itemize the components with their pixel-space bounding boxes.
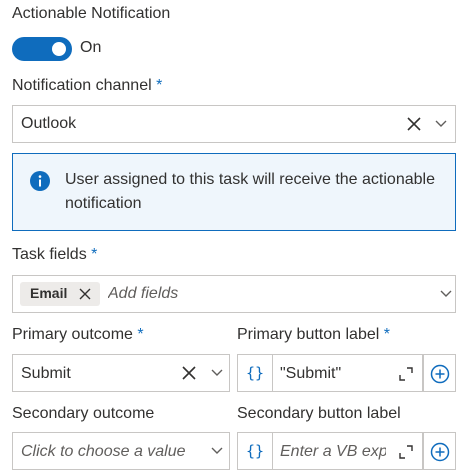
clear-icon[interactable] xyxy=(177,361,201,385)
required-mark: * xyxy=(156,77,163,94)
required-mark: * xyxy=(137,326,144,343)
notification-channel-select[interactable]: Outlook xyxy=(12,105,456,143)
required-mark: * xyxy=(383,326,390,343)
secondary-outcome-label: Secondary outcome xyxy=(12,405,155,422)
chevron-down-icon[interactable] xyxy=(207,361,227,385)
expand-icon[interactable] xyxy=(395,441,417,463)
actionable-notification-label: Actionable Notification xyxy=(12,5,171,22)
chevron-down-icon[interactable] xyxy=(436,282,456,306)
remove-chip-icon[interactable] xyxy=(76,285,94,303)
notification-channel-label: Notification channel * xyxy=(12,77,163,94)
field-chip-email: Email xyxy=(20,282,100,306)
task-fields-placeholder[interactable]: Add fields xyxy=(108,285,178,303)
toggle-knob xyxy=(52,42,66,56)
chip-label: Email xyxy=(30,285,68,301)
info-message-text: User assigned to this task will receive … xyxy=(65,171,435,212)
secondary-outcome-placeholder: Click to choose a value xyxy=(21,443,186,460)
notification-channel-value: Outlook xyxy=(21,115,77,132)
curly-braces-icon: {} xyxy=(238,433,273,469)
primary-outcome-label: Primary outcome * xyxy=(12,326,144,343)
required-mark: * xyxy=(91,246,98,263)
primary-outcome-select[interactable]: Submit xyxy=(12,354,230,392)
add-circle-icon xyxy=(429,441,451,463)
info-message-bar: User assigned to this task will receive … xyxy=(12,153,456,231)
info-icon xyxy=(30,171,50,191)
primary-button-label-value: "Submit" xyxy=(280,365,342,382)
actionable-notification-toggle[interactable] xyxy=(12,37,72,61)
toggle-state-label: On xyxy=(80,39,102,56)
clear-icon[interactable] xyxy=(402,112,426,136)
secondary-button-label-placeholder: Enter a VB expression xyxy=(280,443,386,460)
add-primary-button-expression[interactable] xyxy=(423,354,456,392)
primary-outcome-value: Submit xyxy=(21,365,71,382)
add-secondary-button-expression[interactable] xyxy=(423,432,456,470)
primary-button-label-heading: Primary button label * xyxy=(237,326,390,343)
secondary-outcome-select[interactable]: Click to choose a value xyxy=(12,432,230,470)
chevron-down-icon[interactable] xyxy=(207,439,227,463)
primary-button-label-expression[interactable]: {} "Submit" xyxy=(237,354,423,392)
secondary-button-label-heading: Secondary button label xyxy=(237,405,401,422)
curly-braces-icon: {} xyxy=(238,355,273,391)
chevron-down-icon[interactable] xyxy=(431,112,451,136)
secondary-button-label-expression[interactable]: {} Enter a VB expression xyxy=(237,432,423,470)
add-circle-icon xyxy=(429,363,451,385)
task-fields-label: Task fields * xyxy=(12,246,98,263)
expand-icon[interactable] xyxy=(395,363,417,385)
